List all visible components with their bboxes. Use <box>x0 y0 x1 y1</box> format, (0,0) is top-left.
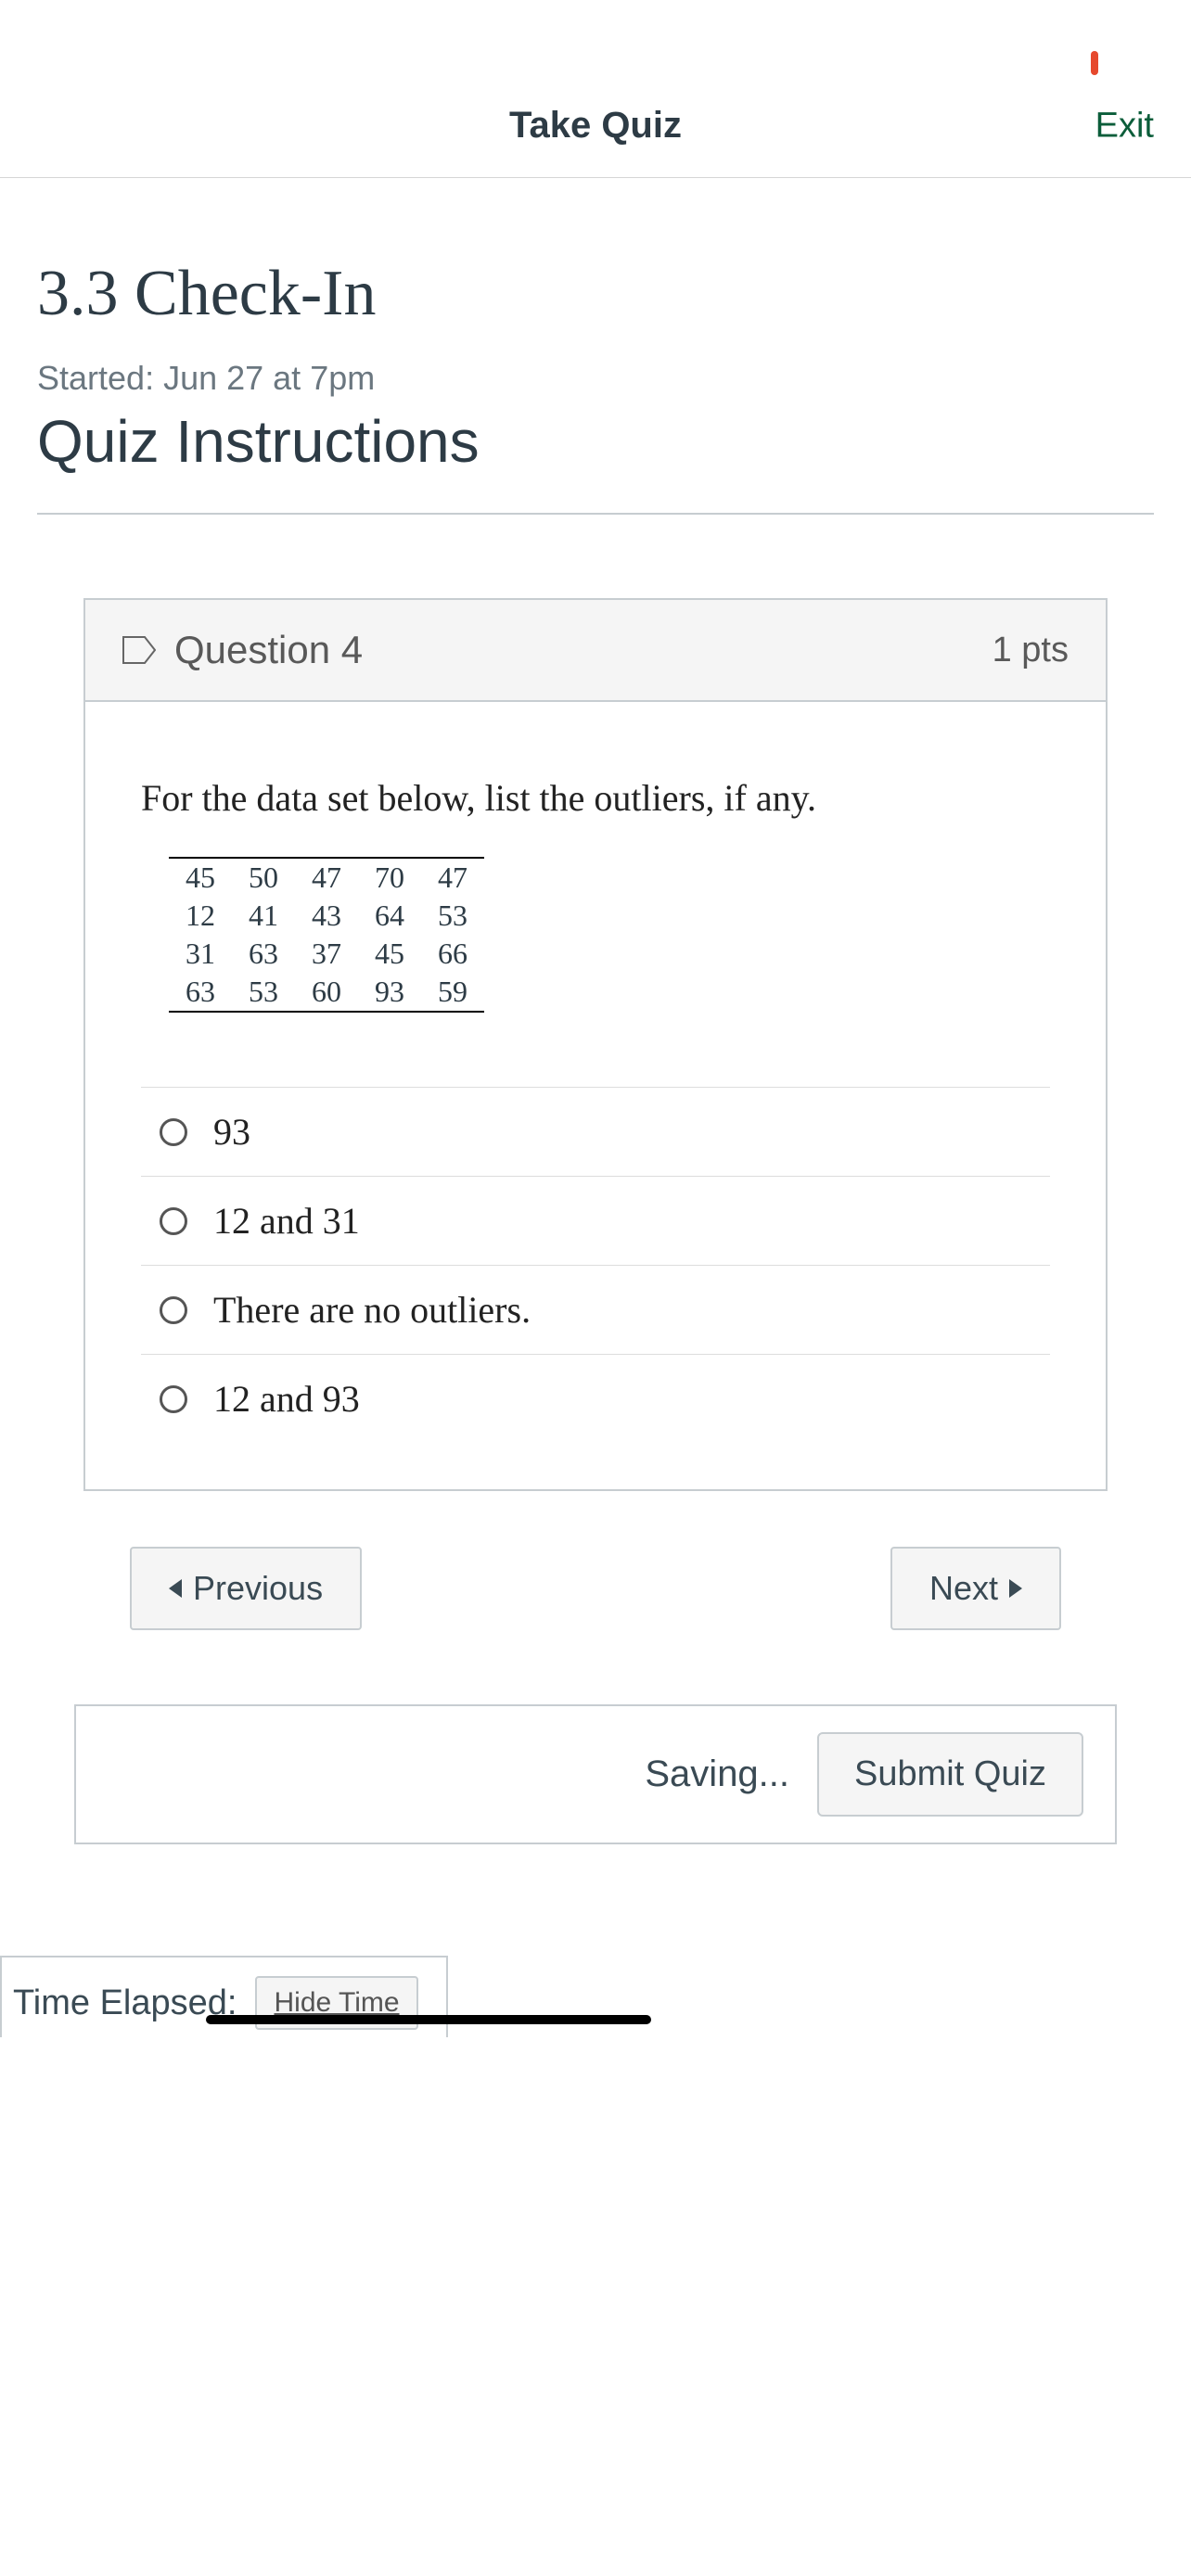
table-row: 45 50 47 70 47 <box>169 858 484 897</box>
question-nav: Previous Next <box>130 1547 1061 1630</box>
submit-bar: Saving... Submit Quiz <box>74 1704 1117 1844</box>
data-cell: 93 <box>358 973 421 1012</box>
data-cell: 45 <box>358 935 421 973</box>
radio-icon <box>160 1385 187 1413</box>
chevron-left-icon <box>169 1579 182 1598</box>
question-number-label: Question 4 <box>174 628 992 672</box>
question-card: Question 4 1 pts For the data set below,… <box>83 598 1108 1491</box>
question-header: Question 4 1 pts <box>85 600 1106 702</box>
previous-button[interactable]: Previous <box>130 1547 362 1630</box>
page-title: Take Quiz <box>509 105 682 147</box>
data-cell: 64 <box>358 897 421 935</box>
data-cell: 70 <box>358 858 421 897</box>
home-indicator-icon <box>206 2015 651 2024</box>
answer-option-1[interactable]: 12 and 31 <box>141 1177 1050 1266</box>
divider <box>37 513 1154 515</box>
data-cell: 50 <box>232 858 295 897</box>
data-cell: 41 <box>232 897 295 935</box>
submit-quiz-button[interactable]: Submit Quiz <box>817 1732 1083 1817</box>
data-cell: 63 <box>169 973 232 1012</box>
data-cell: 60 <box>295 973 358 1012</box>
app-header: Take Quiz Exit <box>0 74 1191 178</box>
main-content: 3.3 Check-In Started: Jun 27 at 7pm Quiz… <box>0 178 1191 1956</box>
answer-option-label: 12 and 31 <box>213 1199 360 1243</box>
saving-status: Saving... <box>645 1753 789 1795</box>
instructions-heading: Quiz Instructions <box>37 407 1154 476</box>
answer-option-label: 93 <box>213 1110 250 1154</box>
answer-options: 93 12 and 31 There are no outliers. 12 a… <box>141 1087 1050 1443</box>
data-cell: 47 <box>421 858 484 897</box>
question-prompt: For the data set below, list the outlier… <box>141 776 1050 820</box>
data-cell: 45 <box>169 858 232 897</box>
table-row: 63 53 60 93 59 <box>169 973 484 1012</box>
next-button-label: Next <box>929 1569 998 1608</box>
data-cell: 53 <box>421 897 484 935</box>
device-status-bar <box>0 0 1191 74</box>
data-cell: 43 <box>295 897 358 935</box>
next-button[interactable]: Next <box>890 1547 1061 1630</box>
question-points: 1 pts <box>992 631 1069 670</box>
time-elapsed-label: Time Elapsed: <box>13 1983 237 2023</box>
table-row: 31 63 37 45 66 <box>169 935 484 973</box>
battery-icon <box>1091 51 1098 75</box>
answer-option-label: There are no outliers. <box>213 1288 531 1332</box>
data-cell: 63 <box>232 935 295 973</box>
exit-button[interactable]: Exit <box>1095 106 1154 146</box>
quiz-started-time: Started: Jun 27 at 7pm <box>37 359 1154 398</box>
answer-option-3[interactable]: 12 and 93 <box>141 1355 1050 1443</box>
tag-icon <box>122 636 156 664</box>
data-cell: 53 <box>232 973 295 1012</box>
radio-icon <box>160 1118 187 1146</box>
time-elapsed-panel: Time Elapsed: Hide Time <box>0 1956 448 2037</box>
table-row: 12 41 43 64 53 <box>169 897 484 935</box>
answer-option-0[interactable]: 93 <box>141 1088 1050 1177</box>
radio-icon <box>160 1207 187 1235</box>
data-table: 45 50 47 70 47 12 41 43 64 53 31 63 37 <box>169 857 484 1013</box>
answer-option-2[interactable]: There are no outliers. <box>141 1266 1050 1355</box>
question-body: For the data set below, list the outlier… <box>85 702 1106 1489</box>
chevron-right-icon <box>1009 1579 1022 1598</box>
data-cell: 31 <box>169 935 232 973</box>
radio-icon <box>160 1296 187 1324</box>
previous-button-label: Previous <box>193 1569 323 1608</box>
answer-option-label: 12 and 93 <box>213 1377 360 1421</box>
data-cell: 66 <box>421 935 484 973</box>
quiz-title: 3.3 Check-In <box>37 257 1154 331</box>
data-cell: 37 <box>295 935 358 973</box>
data-cell: 47 <box>295 858 358 897</box>
data-cell: 12 <box>169 897 232 935</box>
data-cell: 59 <box>421 973 484 1012</box>
